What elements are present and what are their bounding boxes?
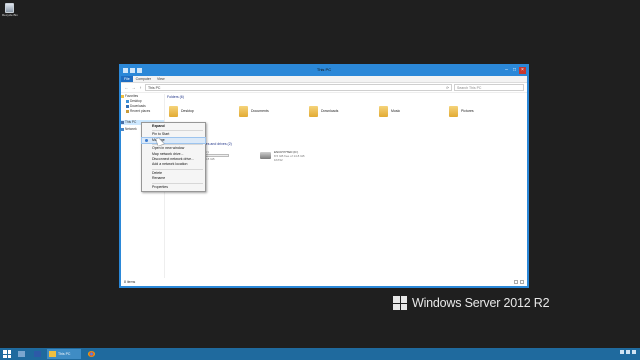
- maximize-button[interactable]: □: [511, 67, 518, 74]
- flag-tray-icon[interactable]: [632, 350, 636, 354]
- tab-view[interactable]: View: [154, 76, 168, 82]
- chrome-icon: [87, 351, 95, 357]
- recycle-bin-icon: [4, 3, 14, 13]
- network-tray-icon[interactable]: [620, 350, 624, 354]
- start-button[interactable]: [3, 350, 11, 358]
- back-arrow-icon[interactable]: ←: [124, 85, 129, 90]
- folder-music[interactable]: Music: [377, 101, 447, 121]
- menu-separator: [152, 130, 203, 132]
- menu-item-expand[interactable]: Expand: [142, 124, 205, 129]
- folder-icon: [309, 105, 318, 117]
- menu-item-add-network-location[interactable]: Add a network location: [142, 162, 205, 167]
- refresh-icon[interactable]: ⟳: [446, 85, 451, 90]
- folder-documents[interactable]: Documents: [237, 101, 307, 121]
- menu-item-rename[interactable]: Rename: [142, 176, 205, 181]
- folder-icon: [239, 105, 248, 117]
- up-arrow-icon[interactable]: ↑: [138, 85, 143, 90]
- context-menu: Expand Pin to Start Manage Open in new w…: [141, 122, 206, 193]
- content-pane: Folders (6) Desktop Documents Downloads …: [167, 94, 525, 278]
- status-bar: 8 items: [121, 278, 527, 286]
- star-icon: [121, 95, 124, 98]
- folder-icon: [379, 105, 388, 117]
- downloads-icon: [126, 105, 129, 108]
- drive-d[interactable]: ENCRYPTED (D:) 8.5 GB free of 14.8 GB FA…: [260, 150, 335, 162]
- large-icons-view-icon[interactable]: [520, 280, 524, 284]
- drives-list: Local Disk (C:) GB free of 59.8 GB ENCRY…: [167, 150, 525, 162]
- menu-item-properties[interactable]: Properties: [142, 185, 205, 190]
- volume-tray-icon[interactable]: [626, 350, 630, 354]
- details-view-icon[interactable]: [514, 280, 518, 284]
- powershell-icon: [33, 351, 41, 357]
- chrome-button[interactable]: [85, 349, 97, 359]
- address-bar[interactable]: This PC ⟳: [145, 84, 452, 91]
- branding-text: Windows Server 2012 R2: [412, 296, 550, 310]
- folders-group-header[interactable]: Folders (6): [167, 95, 525, 99]
- removable-drive-icon: [260, 152, 271, 159]
- network-icon: [121, 128, 124, 131]
- address-text: This PC: [148, 86, 161, 90]
- windows-logo-icon: [393, 296, 407, 310]
- drive-d-filesystem: FAT32: [274, 158, 283, 162]
- title-bar[interactable]: This PC – □ ×: [121, 66, 527, 76]
- close-button[interactable]: ×: [519, 67, 526, 74]
- menu-separator: [152, 168, 203, 170]
- recent-places-icon: [126, 110, 129, 113]
- server-manager-button[interactable]: [15, 349, 27, 359]
- menu-item-manage[interactable]: Manage: [141, 136, 206, 145]
- folder-icon: [169, 105, 178, 117]
- computer-icon: [121, 121, 124, 124]
- drives-group-header[interactable]: Devices and drives (2): [167, 142, 525, 146]
- tab-computer[interactable]: Computer: [133, 76, 154, 82]
- tab-file[interactable]: File: [121, 76, 133, 82]
- os-branding: Windows Server 2012 R2: [393, 296, 550, 310]
- taskbar: This PC: [0, 348, 640, 360]
- search-input[interactable]: Search This PC: [454, 84, 524, 91]
- desktop-icon: [126, 100, 129, 103]
- ribbon-tabs: File Computer View: [121, 76, 527, 83]
- item-count: 8 items: [124, 280, 136, 284]
- recycle-bin-label: Recycle Bin: [2, 13, 18, 17]
- nav-recent[interactable]: Recent places: [121, 109, 164, 114]
- minimize-button[interactable]: –: [503, 67, 510, 74]
- window-controls: – □ ×: [503, 67, 526, 74]
- server-manager-icon: [17, 351, 25, 357]
- folders-list: Desktop Documents Downloads Music Pictur…: [167, 101, 525, 141]
- folder-icon: [49, 351, 56, 357]
- forward-arrow-icon[interactable]: →: [131, 85, 136, 90]
- view-buttons: [514, 280, 524, 284]
- address-row: ← → ↑ This PC ⟳ Search This PC: [121, 83, 527, 93]
- taskbar-explorer-button[interactable]: This PC: [47, 349, 81, 359]
- folder-desktop[interactable]: Desktop: [167, 101, 237, 121]
- folder-pictures[interactable]: Pictures: [447, 101, 517, 121]
- recycle-bin-desktop-icon[interactable]: Recycle Bin: [2, 3, 18, 17]
- system-tray: [620, 350, 636, 354]
- folder-icon: [449, 105, 458, 117]
- powershell-button[interactable]: [31, 349, 43, 359]
- folder-downloads[interactable]: Downloads: [307, 101, 377, 121]
- shield-icon: [145, 138, 148, 142]
- window-title: This PC: [316, 67, 332, 72]
- menu-separator: [152, 182, 203, 184]
